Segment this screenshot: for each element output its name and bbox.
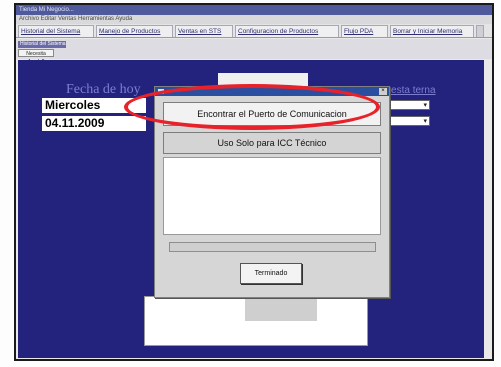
tab-flujo-pda[interactable]: Flujo PDA: [341, 25, 388, 37]
help-button[interactable]: Necesita Ayuda?: [18, 49, 54, 65]
chevron-down-icon: ▾: [423, 102, 427, 109]
photo-frame: Tienda Mi Negocio... Archivo Editar Vent…: [0, 0, 501, 367]
chevron-down-icon: ▾: [423, 118, 427, 125]
date-field: 04.11.2009: [42, 116, 146, 131]
window-title-bar: Tienda Mi Negocio...: [16, 5, 492, 15]
subtab-historial[interactable]: Historial del Sistema: [18, 41, 66, 48]
background-form-lower: [144, 296, 368, 346]
fecha-label: Fecha de hoy: [66, 82, 141, 97]
tab-bar: Historial del Sistema Manejo de Producto…: [16, 24, 492, 38]
tab-borrar-memoria[interactable]: Borrar y Iniciar Memoria: [390, 25, 474, 37]
menu-bar[interactable]: Archivo Editar Ventas Herramientas Ayuda: [16, 15, 492, 24]
window-title: Tienda Mi Negocio...: [19, 7, 74, 13]
subtab-area: Historial del Sistema Necesita Ayuda?: [16, 39, 492, 65]
application-window: Tienda Mi Negocio... Archivo Editar Vent…: [14, 3, 494, 361]
menu-text[interactable]: Archivo Editar Ventas Herramientas Ayuda: [19, 15, 132, 24]
log-area: [163, 157, 381, 235]
close-icon[interactable]: ×: [379, 88, 387, 95]
terminado-button[interactable]: Terminado: [240, 263, 302, 284]
progress-bar: [169, 242, 376, 252]
tab-manejo-productos[interactable]: Manejo de Productos: [96, 25, 173, 37]
tab-historial[interactable]: Historial del Sistema: [18, 25, 94, 37]
highlight-ellipse: [124, 84, 380, 130]
background-form-lower-inner: [245, 297, 317, 321]
tab-configuracion-productos[interactable]: Configuracion de Productos: [235, 25, 339, 37]
tab-overflow[interactable]: [476, 25, 484, 37]
tab-ventas-sts[interactable]: Ventas en STS: [175, 25, 233, 37]
technician-only-button[interactable]: Uso Solo para ICC Técnico: [163, 132, 381, 154]
